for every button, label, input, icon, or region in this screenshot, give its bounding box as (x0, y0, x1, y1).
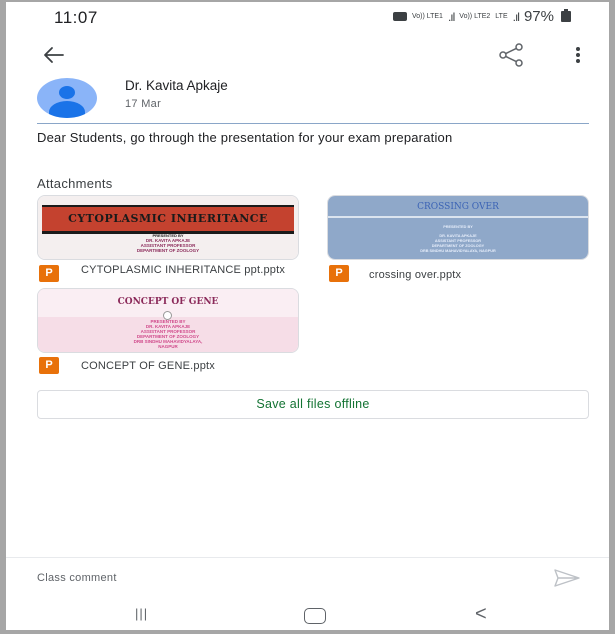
battery-icon (561, 9, 571, 22)
slide-title: CONCEPT OF GENE (117, 297, 219, 307)
slide-title: CYTOPLASMIC INHERITANCE (68, 212, 268, 225)
status-bar: 11:07 Vo)) LTE1 .ıl Vo)) LTE2 LTE .ıl 97… (6, 2, 609, 32)
avatar-head (59, 86, 75, 99)
slide-line: DEPARTMENT OF ZOOLOGY (136, 248, 200, 253)
attachments-label: Attachments (37, 176, 113, 191)
status-icons: Vo)) LTE1 .ıl Vo)) LTE2 LTE .ıl 97% (392, 8, 571, 25)
system-back-button[interactable]: < (475, 603, 487, 626)
slide-title-band: CYTOPLASMIC INHERITANCE (42, 205, 294, 234)
pptx-file-icon: P (39, 265, 59, 282)
network-sim1-label: Vo)) LTE1 (411, 13, 443, 20)
post-date: 17 Mar (125, 98, 162, 110)
arrow-left-icon[interactable] (38, 40, 68, 70)
comment-divider (6, 557, 609, 558)
attachment-filename[interactable]: CONCEPT OF GENE.pptx (81, 360, 296, 373)
pptx-file-icon: P (39, 357, 59, 374)
share-icon[interactable] (496, 40, 526, 70)
save-all-offline-button[interactable]: Save all files offline (37, 390, 589, 419)
attachment-filename[interactable]: CYTOPLASMIC INHERITANCE ppt.pptx (81, 264, 296, 277)
post-message: Dear Students, go through the presentati… (37, 130, 453, 145)
app-bar (6, 32, 609, 78)
slide-line: DRB SINDHU MAHAVIDYALAYA, NAGPUR (420, 249, 496, 253)
attachment-thumbnail-concept-of-gene[interactable]: CONCEPT OF GENE PRESENTED BY DR. KAVITA … (37, 288, 299, 353)
attachment-thumbnail-crossing-over[interactable]: CROSSING OVER PRESENTED BY DR. KAVITA AP… (327, 195, 589, 260)
signal-icon: .ıl (447, 9, 455, 24)
recents-button[interactable]: ||| (135, 606, 148, 621)
send-icon[interactable] (553, 567, 581, 589)
status-time: 11:07 (54, 8, 98, 27)
signal-icon-2: .ıl (512, 9, 520, 24)
header-divider (37, 123, 589, 124)
network-sim2-label: Vo)) LTE2 (459, 13, 491, 20)
attachment-filename[interactable]: crossing over.pptx (369, 269, 579, 282)
slide-title: CROSSING OVER (417, 202, 499, 212)
avatar-body (49, 101, 85, 118)
alarm-icon (392, 12, 407, 21)
avatar (37, 78, 97, 118)
author-name: Dr. Kavita Apkaje (125, 78, 228, 93)
slide-line: NAGPUR (158, 344, 178, 349)
slide-preview: CYTOPLASMIC INHERITANCE PRESENTED BY DR.… (38, 196, 298, 259)
class-comment-input[interactable] (37, 572, 487, 584)
phone-screen: 11:07 Vo)) LTE1 .ıl Vo)) LTE2 LTE .ıl 97… (6, 2, 609, 630)
home-button[interactable] (304, 608, 326, 624)
lte-label: LTE (495, 13, 508, 20)
system-nav-bar: ||| < (6, 600, 609, 630)
attachment-thumbnail-cytoplasmic[interactable]: CYTOPLASMIC INHERITANCE PRESENTED BY DR.… (37, 195, 299, 260)
battery-percent: 97% (523, 8, 554, 25)
slide-presented-by: PRESENTED BY (443, 225, 473, 229)
slide-preview: CROSSING OVER PRESENTED BY DR. KAVITA AP… (328, 196, 588, 259)
slide-divider (328, 216, 588, 218)
slide-preview: CONCEPT OF GENE PRESENTED BY DR. KAVITA … (38, 289, 298, 352)
pptx-file-icon: P (329, 265, 349, 282)
more-vert-icon[interactable] (568, 40, 588, 70)
